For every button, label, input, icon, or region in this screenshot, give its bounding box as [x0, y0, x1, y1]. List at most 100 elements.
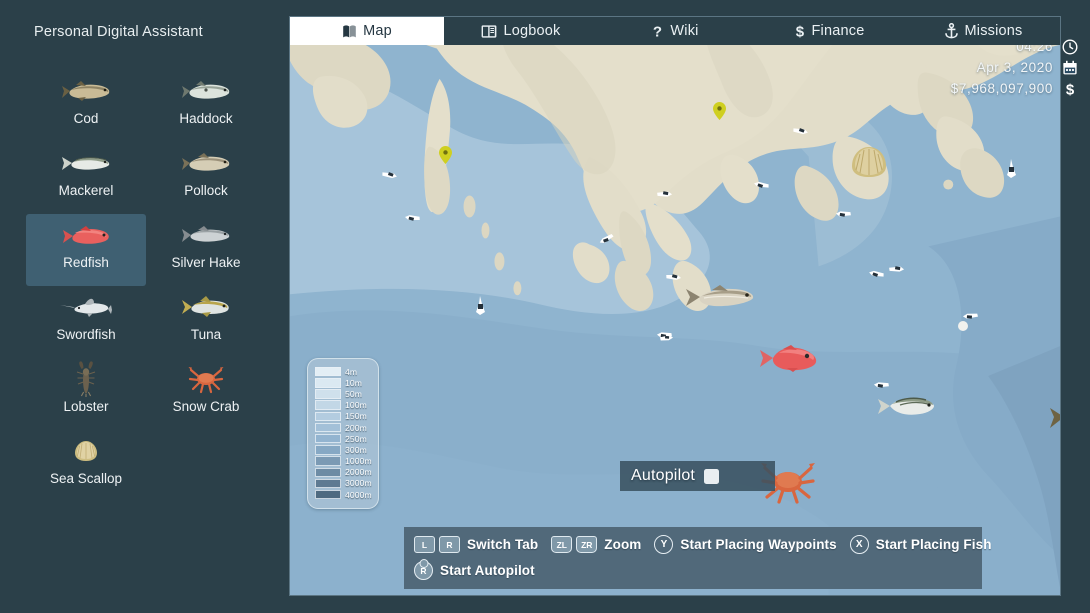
hint-label: Start Placing Fish	[876, 537, 992, 552]
waypoint-marker[interactable]	[713, 102, 726, 125]
depth-label: 250m	[345, 434, 367, 444]
hint-keys: LR	[414, 536, 460, 553]
hint-line-secondary: R Start Autopilot	[414, 561, 972, 580]
autopilot-checkbox[interactable]	[704, 469, 719, 484]
species-label: Mackerel	[59, 183, 114, 198]
species-label: Snow Crab	[173, 399, 240, 414]
species-item-redfish[interactable]: Redfish	[26, 214, 146, 286]
boat-marker[interactable]	[872, 375, 892, 396]
sea-scallop-marker[interactable]	[851, 145, 887, 184]
tab-bar: Map Logbook ?Wiki $ Finance Missions	[289, 16, 1061, 45]
sidebar: Personal Digital Assistant Cod Haddock Mac…	[0, 0, 289, 613]
tab-wiki[interactable]: ?Wiki	[598, 17, 752, 45]
species-item-silver-hake[interactable]: Silver Hake	[146, 214, 266, 286]
tab-finance[interactable]: $ Finance	[752, 17, 906, 45]
svg-text:$: $	[795, 24, 804, 39]
depth-label: 4m	[345, 367, 357, 377]
depth-swatch	[315, 445, 341, 455]
mackerel-fish-icon	[60, 148, 112, 178]
map-canvas[interactable]	[290, 17, 1060, 595]
depth-legend-row: 4000m	[315, 489, 372, 500]
autopilot-toggle[interactable]: Autopilot	[620, 461, 775, 491]
tab-label: Logbook	[503, 23, 560, 39]
boat-marker[interactable]	[1005, 159, 1018, 184]
depth-label: 50m	[345, 389, 362, 399]
boat-marker[interactable]	[658, 328, 675, 347]
hint-keys: R	[414, 561, 433, 580]
boat-marker[interactable]	[474, 296, 487, 321]
depth-swatch	[315, 423, 341, 433]
hud-panel: 04:26 Apr 3, 2020 $7,968,097,900 $	[951, 36, 1078, 99]
species-item-pollock[interactable]: Pollock	[146, 142, 266, 214]
map-panel[interactable]: 4m10m50m100m150m200m250m300m1000m2000m30…	[289, 16, 1061, 596]
redfish-fish-icon	[60, 220, 112, 250]
mackerel-marker[interactable]	[876, 393, 936, 424]
hint-zoom[interactable]: ZLZRZoom	[551, 536, 641, 553]
tab-label: Finance	[812, 23, 865, 39]
hint-switch-tab[interactable]: LRSwitch Tab	[414, 536, 538, 553]
species-label: Haddock	[179, 111, 232, 126]
cod-fish-icon	[60, 76, 112, 106]
tab-missions[interactable]: Missions	[906, 17, 1060, 45]
species-item-lobster[interactable]: Lobster	[26, 358, 146, 430]
calendar-icon	[1061, 59, 1078, 76]
key-zl-icon: ZL	[551, 536, 572, 553]
boat-marker[interactable]	[834, 204, 854, 225]
depth-legend-row: 150m	[315, 411, 372, 422]
species-item-mackerel[interactable]: Mackerel	[26, 142, 146, 214]
depth-label: 100m	[345, 400, 367, 410]
swordfish-fish-icon	[59, 292, 113, 322]
svg-text:$: $	[1065, 81, 1074, 97]
sea-scallop-icon	[74, 436, 98, 466]
species-label: Redfish	[63, 255, 109, 270]
hint-start-placing-fish[interactable]: XStart Placing Fish	[850, 535, 992, 554]
hint-label: Start Placing Waypoints	[680, 537, 836, 552]
depth-legend-row: 100m	[315, 400, 372, 411]
species-item-swordfish[interactable]: Swordfish	[26, 286, 146, 358]
depth-legend-row: 300m	[315, 444, 372, 455]
depth-swatch	[315, 389, 341, 399]
depth-swatch	[315, 400, 341, 410]
depth-swatch	[315, 468, 341, 478]
species-label: Silver Hake	[171, 255, 240, 270]
tab-logbook[interactable]: Logbook	[444, 17, 598, 45]
hint-keys: Y	[654, 535, 673, 554]
species-item-cod[interactable]: Cod	[26, 70, 146, 142]
depth-swatch	[315, 434, 341, 444]
tab-label: Map	[363, 23, 392, 39]
depth-swatch	[315, 412, 341, 422]
snow-crab-icon	[188, 364, 224, 394]
waypoint-marker[interactable]	[439, 146, 452, 169]
species-label: Sea Scallop	[50, 471, 122, 486]
redfish-marker[interactable]	[757, 342, 819, 379]
depth-legend-row: 200m	[315, 422, 372, 433]
depth-legend-row: 4m	[315, 366, 372, 377]
key-y-icon: Y	[654, 535, 673, 554]
page-title: Personal Digital Assistant	[34, 24, 203, 40]
boat-marker[interactable]	[961, 306, 980, 325]
tuna-fish-icon	[180, 292, 232, 322]
tab-map[interactable]: Map	[290, 17, 444, 45]
species-label: Lobster	[63, 399, 108, 414]
haddock-fish-icon	[180, 76, 232, 106]
species-item-haddock[interactable]: Haddock	[146, 70, 266, 142]
lobster-icon	[73, 364, 99, 394]
depth-swatch	[315, 367, 341, 377]
hud-date-row: Apr 3, 2020	[951, 57, 1078, 78]
hint-keys: ZLZR	[551, 536, 597, 553]
hint-label: Start Autopilot	[440, 563, 535, 578]
tab-label: Missions	[965, 23, 1023, 39]
depth-label: 2000m	[345, 467, 372, 477]
depth-swatch	[315, 479, 341, 489]
cod-marker[interactable]	[1048, 398, 1061, 439]
boat-marker[interactable]	[655, 184, 675, 205]
species-item-tuna[interactable]: Tuna	[146, 286, 266, 358]
species-item-snow-crab[interactable]: Snow Crab	[146, 358, 266, 430]
autopilot-label: Autopilot	[631, 467, 695, 485]
hud-money-value: $7,968,097,900	[951, 81, 1053, 96]
species-item-sea-scallop[interactable]: Sea Scallop	[26, 430, 146, 502]
hint-start-placing-waypoints[interactable]: Y Start Placing Waypoints	[654, 535, 836, 554]
silver-hake-marker[interactable]	[684, 282, 756, 317]
hint-start-autopilot[interactable]: R Start Autopilot	[414, 561, 535, 580]
boat-marker[interactable]	[887, 259, 907, 280]
